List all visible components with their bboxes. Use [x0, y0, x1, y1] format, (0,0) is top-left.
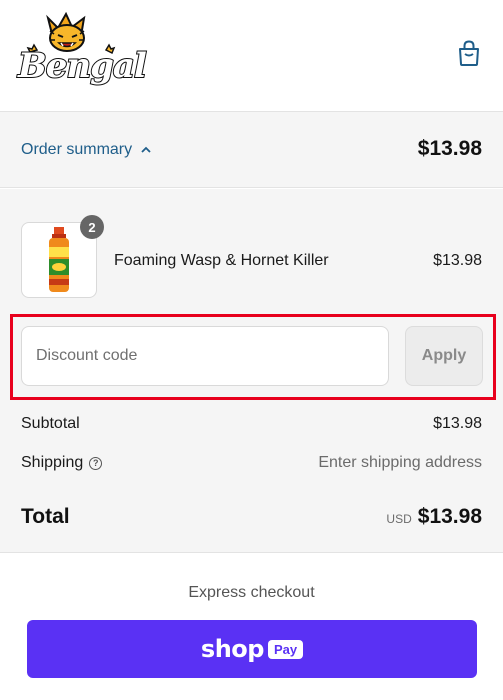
order-summary-content: 2 Foaming Wasp & Hornet Killer $13.98 Ap…	[0, 189, 503, 553]
order-summary-total: $13.98	[417, 137, 482, 160]
total-amount: $13.98	[417, 505, 482, 528]
total-value-group: USD $13.98	[386, 505, 482, 529]
order-summary-bar: Order summary $13.98	[0, 112, 503, 188]
currency-code: USD	[386, 512, 412, 526]
bengal-logo[interactable]: Bengal	[14, 12, 148, 92]
order-summary-toggle[interactable]: Order summary	[21, 141, 152, 159]
header: Bengal	[0, 0, 503, 112]
total-label: Total	[21, 505, 70, 528]
shipping-label: Shipping	[21, 454, 84, 471]
shop-pay-button[interactable]: shop Pay	[27, 620, 477, 678]
express-checkout-label: Express checkout	[188, 584, 315, 601]
logo-text: Bengal	[17, 45, 148, 87]
discount-code-input[interactable]	[21, 326, 389, 386]
shopping-bag-icon[interactable]	[456, 39, 482, 67]
subtotal-value: $13.98	[433, 415, 482, 432]
shop-pay-pill: Pay	[267, 639, 304, 659]
product-name: Foaming Wasp & Hornet Killer	[114, 252, 329, 269]
quantity-badge: 2	[80, 215, 104, 239]
product-price: $13.98	[433, 252, 482, 269]
subtotal-label: Subtotal	[21, 415, 80, 432]
apply-discount-button[interactable]: Apply	[405, 326, 483, 386]
shipping-value: Enter shipping address	[318, 454, 482, 471]
order-summary-label: Order summary	[21, 141, 133, 158]
shop-pay-wordmark: shop	[200, 635, 265, 663]
question-circle-icon[interactable]: ?	[89, 456, 103, 470]
shipping-row: Shipping?	[21, 454, 103, 472]
chevron-up-icon	[140, 141, 152, 159]
